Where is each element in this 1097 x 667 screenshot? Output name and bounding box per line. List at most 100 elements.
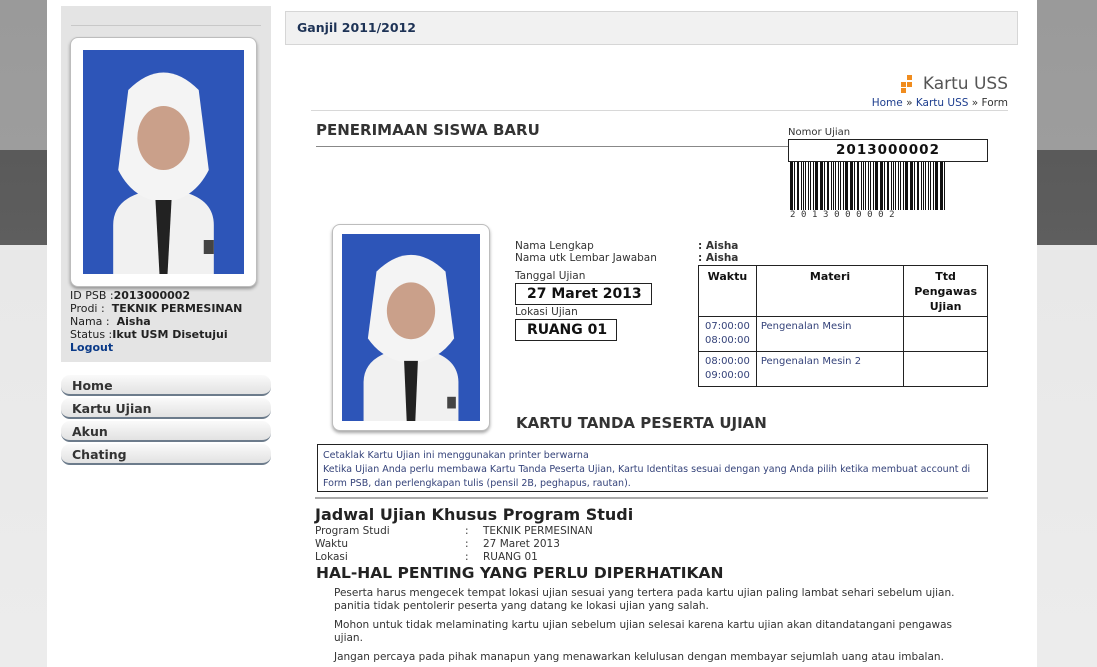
barcode-bar [940,162,943,210]
sidebar-menu: Home Kartu Ujian Akun Chating [61,375,271,467]
col-header-ttd: Ttd Pengawas Ujian [903,265,988,317]
card-photo [332,224,490,431]
page-title: Kartu USS [900,74,1008,94]
tanggal-value: 27 Maret 2013 [515,283,652,305]
barcode-bar [854,162,855,210]
barcode-bar [838,162,839,210]
list-item: Mohon untuk tidak melaminating kartu uji… [334,619,953,644]
barcode-bar [868,162,869,210]
barcode-bar [810,162,811,210]
orange-squares-icon [900,75,919,93]
barcode-bar [870,162,871,210]
ttd-cell [903,316,988,352]
exam-number-box: 2013000002 [788,139,988,162]
student-photo [342,234,480,421]
barcode-bar [801,162,802,210]
jadwal-label: Waktu [315,538,348,550]
divider [315,497,988,499]
barcode-bar [805,162,806,210]
jadwal-value: TEKNIK PERMESINAN [483,525,593,537]
nama-ljk-value: : Aisha [698,252,739,264]
barcode-bar [903,162,904,210]
materi-cell: Pengenalan Mesin [755,316,905,352]
notice-line: Ketika Ujian Anda perlu membawa Kartu Ta… [323,464,971,489]
card-field-labels: Nama Lengkap Nama utk Lembar Jawaban [515,240,657,264]
profile-info: ID PSB :2013000002 Prodi : TEKNIK PERMES… [70,289,265,354]
breadcrumb-separator: » [906,97,913,109]
jadwal-row: Waktu: 27 Maret 2013 [315,538,593,551]
nama-value: Aisha [116,315,151,328]
jadwal-value: RUANG 01 [483,551,538,563]
barcode-bar [803,162,804,210]
sidebar-item-chating[interactable]: Chating [61,444,271,465]
page-container: ID PSB :2013000002 Prodi : TEKNIK PERMES… [47,0,1037,667]
jadwal-title: Jadwal Ujian Khusus Program Studi [315,505,634,524]
schedule-table: Waktu Materi Ttd Pengawas Ujian 07:00:00… [698,265,988,387]
status-value: Ikut USM Disetujui [112,328,228,341]
breadcrumb-kartu-uss[interactable]: Kartu USS [916,97,969,109]
sidebar-item-akun[interactable]: Akun [61,421,271,442]
jadwal-row: Lokasi: RUANG 01 [315,551,593,564]
lokasi-value: RUANG 01 [515,319,617,341]
barcode-bar [898,162,899,210]
barcode-bar [873,162,874,210]
barcode-bar [884,162,885,210]
barcode-bar [797,162,799,210]
sidebar-item-kartu-ujian[interactable]: Kartu Ujian [61,398,271,419]
list-item: Peserta harus mengecek tempat lokasi uji… [334,587,955,612]
barcode-image [790,162,945,210]
barcode-bar [917,162,919,210]
barcode-bar [933,162,934,210]
breadcrumb-current: Form [981,97,1008,109]
divider [71,25,261,26]
breadcrumb-home[interactable]: Home [872,97,903,109]
barcode-bar [831,162,832,210]
lokasi-label: Lokasi Ujian [515,306,578,318]
barcode-bar [835,162,836,210]
barcode-bar [840,162,841,210]
barcode-bar [921,162,922,210]
barcode-bar [865,162,866,210]
exam-number-label: Nomor Ujian [788,127,851,138]
list-item: Jangan percaya pada pihak manapun yang m… [334,651,944,663]
barcode-bar [887,162,889,210]
nama-ljk-label: Nama utk Lembar Jawaban [515,252,657,264]
barcode-bar [815,162,818,210]
page-title-text: Kartu USS [922,74,1008,94]
jadwal-details: Program Studi: TEKNIK PERMESINAN Waktu: 27… [315,525,593,564]
id-value: 2013000002 [113,289,191,302]
barcode-bar [833,162,834,210]
col-header-materi: Materi [755,265,905,317]
barcode-bar [843,162,844,210]
important-list: Peserta harus mengecek tempat lokasi uji… [334,587,984,667]
prodi-value: TEKNIK PERMESINAN [111,302,243,315]
status-label: Status : [70,328,113,341]
student-photo [83,50,244,274]
barcode-bar [861,162,862,210]
sidebar-item-home[interactable]: Home [61,375,271,396]
jadwal-row: Program Studi: TEKNIK PERMESINAN [315,525,593,538]
tanggal-label: Tanggal Ujian [515,270,586,282]
barcode-digits: 2013000002 [790,210,901,220]
barcode-bar [944,162,945,210]
jadwal-value: 27 Maret 2013 [483,538,560,550]
barcode-bar [880,162,883,210]
end-time: 08:00:00 [704,335,750,346]
table-row: 08:00:00 09:00:00 Pengenalan Mesin 2 [698,351,988,387]
barcode-bar [794,162,795,210]
logout-link[interactable]: Logout [70,341,265,354]
notice-line: Cetaklak Kartu Ujian ini menggunakan pri… [323,450,589,461]
barcode-bar [935,162,938,210]
table-header-row: Waktu Materi Ttd Pengawas Ujian [698,265,988,317]
barcode-bar [900,162,901,210]
prodi-label: Prodi : [70,302,105,315]
barcode-bar [824,162,825,210]
barcode-bar [914,162,915,210]
card-title: KARTU TANDA PESERTA UJIAN [516,414,767,432]
end-time: 09:00:00 [704,370,750,381]
student-photo-illustration [83,50,244,274]
barcode-bar [827,162,829,210]
col-header-waktu: Waktu [698,265,757,317]
barcode-bar [893,162,894,210]
breadcrumb-separator: » [971,97,979,109]
